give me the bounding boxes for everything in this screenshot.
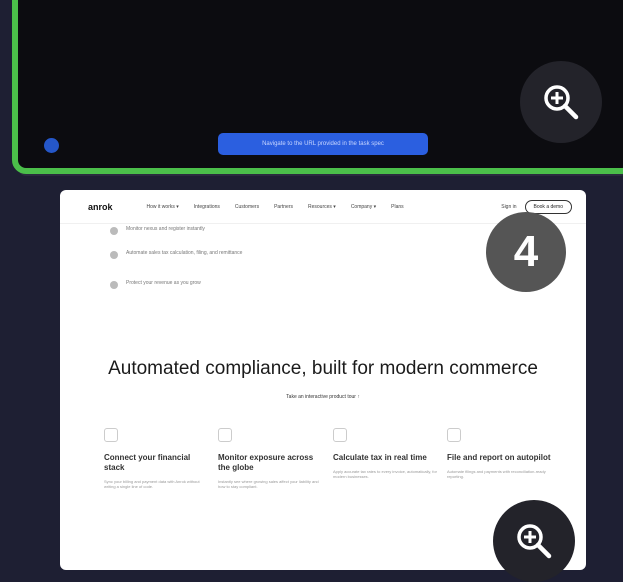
checklist-item: Automate sales tax calculation, filing, … — [110, 250, 266, 259]
nav-item-customers[interactable]: Customers — [235, 204, 259, 210]
zoom-in-icon — [517, 524, 552, 559]
feature-card: Connect your financial stack Sync your b… — [104, 428, 208, 489]
book-demo-button[interactable]: Book a demo — [524, 199, 572, 214]
feature-title: Connect your financial stack — [104, 453, 191, 472]
nav-item-how-it-works[interactable]: How it works ▾ — [147, 204, 179, 210]
feature-card: File and report on autopilot Automate fi… — [447, 428, 551, 479]
nav-item-integrations[interactable]: Integrations — [194, 204, 220, 210]
feature-title: Monitor exposure across the globe — [218, 453, 314, 472]
feature-icon — [333, 428, 347, 442]
feature-icon — [447, 428, 461, 442]
nav-item-company[interactable]: Company ▾ — [351, 204, 376, 210]
checklist-item: Protect your revenue as you grow — [110, 280, 266, 289]
step-indicator-dot — [44, 138, 59, 153]
feature-icon — [218, 428, 232, 442]
checklist-item: Monitor nexus and register instantly — [110, 226, 266, 235]
feature-card: Calculate tax in real time Apply accurat… — [333, 428, 437, 479]
check-icon — [110, 227, 118, 235]
anrok-logo: anrok — [88, 201, 113, 212]
nav-item-plans[interactable]: Plans — [391, 204, 404, 210]
zoom-in-icon — [544, 85, 579, 120]
feature-card: Monitor exposure across the globe Instan… — [218, 428, 322, 489]
action-label-pill: Navigate to the URL provided in the task… — [218, 133, 428, 155]
feature-icon — [104, 428, 118, 442]
product-tour-link[interactable]: Take an interactive product tour ↑ — [60, 394, 586, 400]
feature-description: Sync your billing and payment data with … — [104, 479, 200, 489]
zoom-in-button[interactable] — [520, 61, 602, 143]
check-icon — [110, 281, 118, 289]
feature-title: Calculate tax in real time — [333, 453, 427, 462]
sign-in-link[interactable]: Sign in — [501, 204, 516, 210]
nav-item-partners[interactable]: Partners — [274, 204, 293, 210]
feature-title: File and report on autopilot — [447, 453, 551, 462]
feature-description: Instantly see where growing sales affect… — [218, 479, 319, 489]
zoom-in-button[interactable] — [493, 500, 575, 582]
feature-description: Apply accurate tax rates to every invoic… — [333, 469, 437, 479]
feature-description: Automate filings and payments with recon… — [447, 469, 546, 479]
hero-headline: Automated compliance, built for modern c… — [108, 358, 538, 379]
check-icon — [110, 251, 118, 259]
nav-item-resources[interactable]: Resources ▾ — [308, 204, 336, 210]
step-number-badge: 4 — [486, 212, 566, 292]
